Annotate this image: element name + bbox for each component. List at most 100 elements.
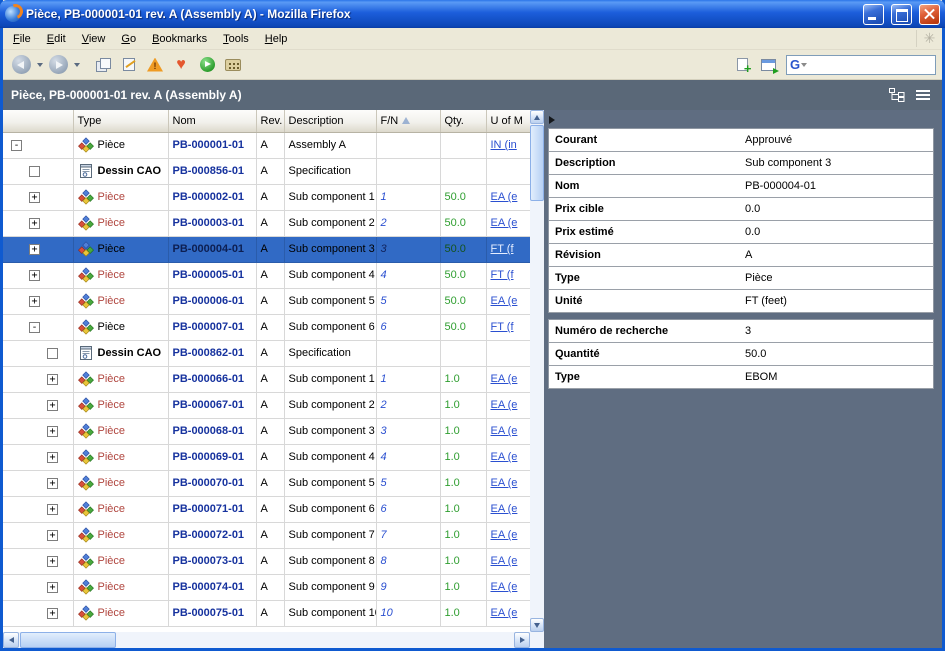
part-number-link[interactable]: PB-000074-01 — [173, 581, 245, 593]
collapse-icon[interactable]: - — [11, 140, 22, 151]
table-row[interactable]: +PiècePB-000006-01ASub component 5550.0E… — [3, 288, 530, 314]
uom-link[interactable]: IN (in — [491, 139, 517, 151]
part-number-link[interactable]: PB-000069-01 — [173, 451, 245, 463]
part-number-link[interactable]: PB-000004-01 — [173, 243, 245, 255]
vertical-scrollbar[interactable] — [530, 110, 544, 632]
part-number-link[interactable]: PB-000005-01 — [173, 269, 245, 281]
part-number-link[interactable]: PB-000072-01 — [173, 529, 245, 541]
expand-icon[interactable]: + — [29, 192, 40, 203]
scroll-left-button[interactable] — [3, 632, 19, 648]
part-number-link[interactable]: PB-000071-01 — [173, 503, 245, 515]
uom-link[interactable]: EA (e — [491, 451, 518, 463]
table-row[interactable]: +PiècePB-000070-01ASub component 551.0EA… — [3, 470, 530, 496]
part-number-link[interactable]: PB-000068-01 — [173, 425, 245, 437]
uom-link[interactable]: EA (e — [491, 399, 518, 411]
google-logo-icon[interactable]: G — [790, 56, 800, 74]
column-header-tree[interactable] — [3, 110, 73, 132]
table-row[interactable]: +PiècePB-000004-01ASub component 3350.0F… — [3, 236, 530, 262]
part-number-link[interactable]: PB-000003-01 — [173, 217, 245, 229]
expand-icon[interactable]: + — [47, 374, 58, 385]
table-row[interactable]: Dessin CAOPB-000856-01ASpecification — [3, 158, 530, 184]
title-bar[interactable]: Pièce, PB-000001-01 rev. A (Assembly A) … — [0, 0, 945, 28]
table-row[interactable]: +PiècePB-000067-01ASub component 221.0EA… — [3, 392, 530, 418]
menu-item-bookmarks[interactable]: Bookmarks — [144, 30, 215, 48]
expand-icon[interactable]: + — [47, 582, 58, 593]
details-collapse-icon[interactable] — [549, 116, 555, 124]
table-row[interactable]: +PiècePB-000002-01ASub component 1150.0E… — [3, 184, 530, 210]
column-header-fn[interactable]: F/N — [376, 110, 440, 132]
uom-link[interactable]: EA (e — [491, 607, 518, 619]
forward-history-dropdown[interactable] — [72, 52, 81, 78]
go-button[interactable] — [195, 52, 219, 78]
back-button[interactable] — [9, 52, 33, 78]
back-history-dropdown[interactable] — [35, 52, 44, 78]
table-row[interactable]: +PiècePB-000003-01ASub component 2250.0E… — [3, 210, 530, 236]
menu-item-file[interactable]: File — [5, 30, 39, 48]
uom-link[interactable]: EA (e — [491, 295, 518, 307]
column-header-qty[interactable]: Qty. — [440, 110, 486, 132]
part-number-link[interactable]: PB-000075-01 — [173, 607, 245, 619]
column-header-uom[interactable]: U of M — [486, 110, 530, 132]
column-header-description[interactable]: Description — [284, 110, 376, 132]
table-row[interactable]: +PiècePB-000071-01ASub component 661.0EA… — [3, 496, 530, 522]
expand-icon[interactable]: + — [47, 608, 58, 619]
uom-link[interactable]: FT (f — [491, 269, 514, 281]
collapse-icon[interactable]: - — [29, 322, 40, 333]
expand-icon[interactable]: + — [47, 426, 58, 437]
part-number-link[interactable]: PB-000001-01 — [173, 139, 245, 151]
menu-item-go[interactable]: Go — [113, 30, 144, 48]
menu-item-tools[interactable]: Tools — [215, 30, 257, 48]
structure-view-button[interactable] — [886, 85, 908, 105]
part-number-link[interactable]: PB-000073-01 — [173, 555, 245, 567]
uom-link[interactable]: EA (e — [491, 425, 518, 437]
expand-icon[interactable]: + — [47, 400, 58, 411]
bookmark-heart-button[interactable] — [169, 52, 193, 78]
expand-icon[interactable]: + — [29, 218, 40, 229]
column-header-nom[interactable]: Nom — [168, 110, 256, 132]
scroll-down-button[interactable] — [530, 618, 544, 632]
horizontal-scrollbar[interactable] — [3, 632, 530, 648]
table-row[interactable]: +PiècePB-000066-01ASub component 111.0EA… — [3, 366, 530, 392]
open-window-button[interactable] — [756, 52, 780, 78]
pages-button[interactable] — [91, 52, 115, 78]
vertical-scroll-thumb[interactable] — [530, 125, 544, 201]
search-input[interactable] — [807, 57, 932, 73]
column-header-type[interactable]: Type — [73, 110, 168, 132]
keypad-button[interactable] — [221, 52, 245, 78]
maximize-button[interactable] — [891, 4, 912, 25]
part-number-link[interactable]: PB-000862-01 — [173, 347, 245, 359]
table-row[interactable]: +PiècePB-000005-01ASub component 4450.0F… — [3, 262, 530, 288]
scroll-up-button[interactable] — [530, 110, 544, 124]
table-row[interactable]: +PiècePB-000068-01ASub component 331.0EA… — [3, 418, 530, 444]
uom-link[interactable]: EA (e — [491, 555, 518, 567]
uom-link[interactable]: FT (f — [491, 243, 514, 255]
expand-icon[interactable]: + — [29, 296, 40, 307]
table-row[interactable]: -PiècePB-000007-01ASub component 6650.0F… — [3, 314, 530, 340]
search-box[interactable]: G — [786, 55, 936, 75]
part-number-link[interactable]: PB-000002-01 — [173, 191, 245, 203]
forward-button[interactable] — [46, 52, 70, 78]
expand-icon[interactable]: + — [29, 244, 40, 255]
horizontal-scroll-track[interactable] — [19, 632, 514, 648]
uom-link[interactable]: EA (e — [491, 503, 518, 515]
table-row[interactable]: +PiècePB-000074-01ASub component 991.0EA… — [3, 574, 530, 600]
expand-icon[interactable]: + — [47, 504, 58, 515]
warning-button[interactable] — [143, 52, 167, 78]
part-number-link[interactable]: PB-000070-01 — [173, 477, 245, 489]
part-number-link[interactable]: PB-000067-01 — [173, 399, 245, 411]
menu-item-view[interactable]: View — [74, 30, 114, 48]
uom-link[interactable]: EA (e — [491, 581, 518, 593]
expand-icon[interactable]: + — [47, 556, 58, 567]
expand-icon[interactable]: + — [47, 530, 58, 541]
vertical-scroll-track[interactable] — [530, 124, 544, 618]
sort-ascending-icon[interactable] — [402, 117, 410, 124]
table-row[interactable]: Dessin CAOPB-000862-01ASpecification — [3, 340, 530, 366]
minimize-button[interactable] — [863, 4, 884, 25]
table-row[interactable]: +PiècePB-000073-01ASub component 881.0EA… — [3, 548, 530, 574]
expand-icon[interactable]: + — [29, 270, 40, 281]
scroll-right-button[interactable] — [514, 632, 530, 648]
uom-link[interactable]: EA (e — [491, 191, 518, 203]
part-number-link[interactable]: PB-000856-01 — [173, 165, 245, 177]
expand-icon[interactable]: + — [47, 452, 58, 463]
column-header-rev[interactable]: Rev. — [256, 110, 284, 132]
